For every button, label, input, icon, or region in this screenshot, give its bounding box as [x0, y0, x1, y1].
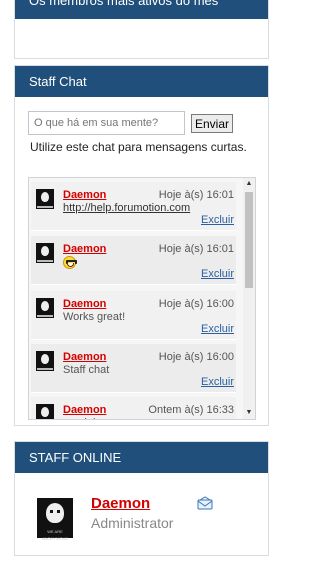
message-timestamp: Hoje à(s) 16:00 [158, 351, 234, 363]
chat-message: Daemon Hoje à(s) 16:00 Staff chat Exclui… [31, 344, 236, 393]
chat-message: Daemon Hoje à(s) 16:00 Works great! Excl… [31, 291, 236, 340]
message-username-link[interactable]: Daemon [63, 298, 106, 310]
staff-online-title: STAFF ONLINE [15, 442, 268, 473]
message-username-link[interactable]: Daemon [63, 189, 106, 201]
active-members-title: Os membros mais ativos do mês [15, 0, 268, 19]
scroll-down-arrow-icon[interactable]: ▼ [243, 407, 255, 419]
send-button[interactable]: Enviar [191, 114, 233, 133]
message-username-link[interactable]: Daemon [63, 404, 106, 416]
chat-scrollbar[interactable]: ▲ ▼ [243, 178, 255, 419]
staff-chat-title: Staff Chat [15, 66, 268, 97]
message-timestamp: Ontem à(s) 16:33 [148, 404, 234, 416]
user-avatar-icon [36, 351, 54, 371]
message-timestamp: Hoje à(s) 16:00 [158, 298, 234, 310]
delete-message-link[interactable]: Excluir [201, 376, 234, 388]
chat-form: Enviar [28, 111, 258, 135]
message-username-link[interactable]: Daemon [63, 243, 106, 255]
user-avatar-icon [36, 189, 54, 209]
chat-message: Daemon Hoje à(s) 16:01 http://help.forum… [31, 182, 236, 231]
chat-message: Daemon Hoje à(s) 16:01 Excluir [31, 236, 236, 285]
message-text: werdgh [63, 417, 99, 419]
smiley-emoticon-icon [63, 256, 77, 269]
online-user-role: Administrator [91, 515, 174, 531]
user-avatar-icon [36, 298, 54, 318]
message-timestamp: Hoje à(s) 16:01 [158, 243, 234, 255]
delete-message-link[interactable]: Excluir [201, 323, 234, 335]
message-text: Works great! [63, 311, 126, 323]
user-avatar-icon [36, 243, 54, 263]
active-members-widget: Os membros mais ativos do mês [14, 0, 269, 59]
chat-message-list[interactable]: Daemon Hoje à(s) 16:01 http://help.forum… [28, 177, 256, 420]
message-username-link[interactable]: Daemon [63, 351, 106, 363]
message-timestamp: Hoje à(s) 16:01 [158, 189, 234, 201]
staff-online-widget: STAFF ONLINE WE ARE ANONYMOUS Daemon Adm… [14, 441, 269, 556]
avatar-caption: WE ARE ANONYMOUS [41, 529, 69, 541]
delete-message-link[interactable]: Excluir [201, 214, 234, 226]
message-text: Staff chat [63, 364, 110, 376]
chat-message-input[interactable] [28, 111, 185, 135]
private-message-icon[interactable] [197, 496, 213, 510]
message-url-link[interactable]: http://help.forumotion.com [63, 202, 190, 214]
anonymous-mask-avatar: WE ARE ANONYMOUS [37, 498, 73, 541]
staff-chat-widget: Staff Chat Enviar Utilize este chat para… [14, 65, 269, 426]
scroll-up-arrow-icon[interactable]: ▲ [243, 178, 255, 190]
delete-message-link[interactable]: Excluir [201, 268, 234, 280]
chat-message: Daemon Ontem à(s) 16:33 werdgh [31, 397, 236, 419]
online-username-link[interactable]: Daemon [91, 495, 150, 512]
chat-instructions: Utilize este chat para mensagens curtas. [30, 140, 247, 154]
scroll-thumb[interactable] [245, 192, 253, 288]
user-avatar-icon [36, 404, 54, 419]
